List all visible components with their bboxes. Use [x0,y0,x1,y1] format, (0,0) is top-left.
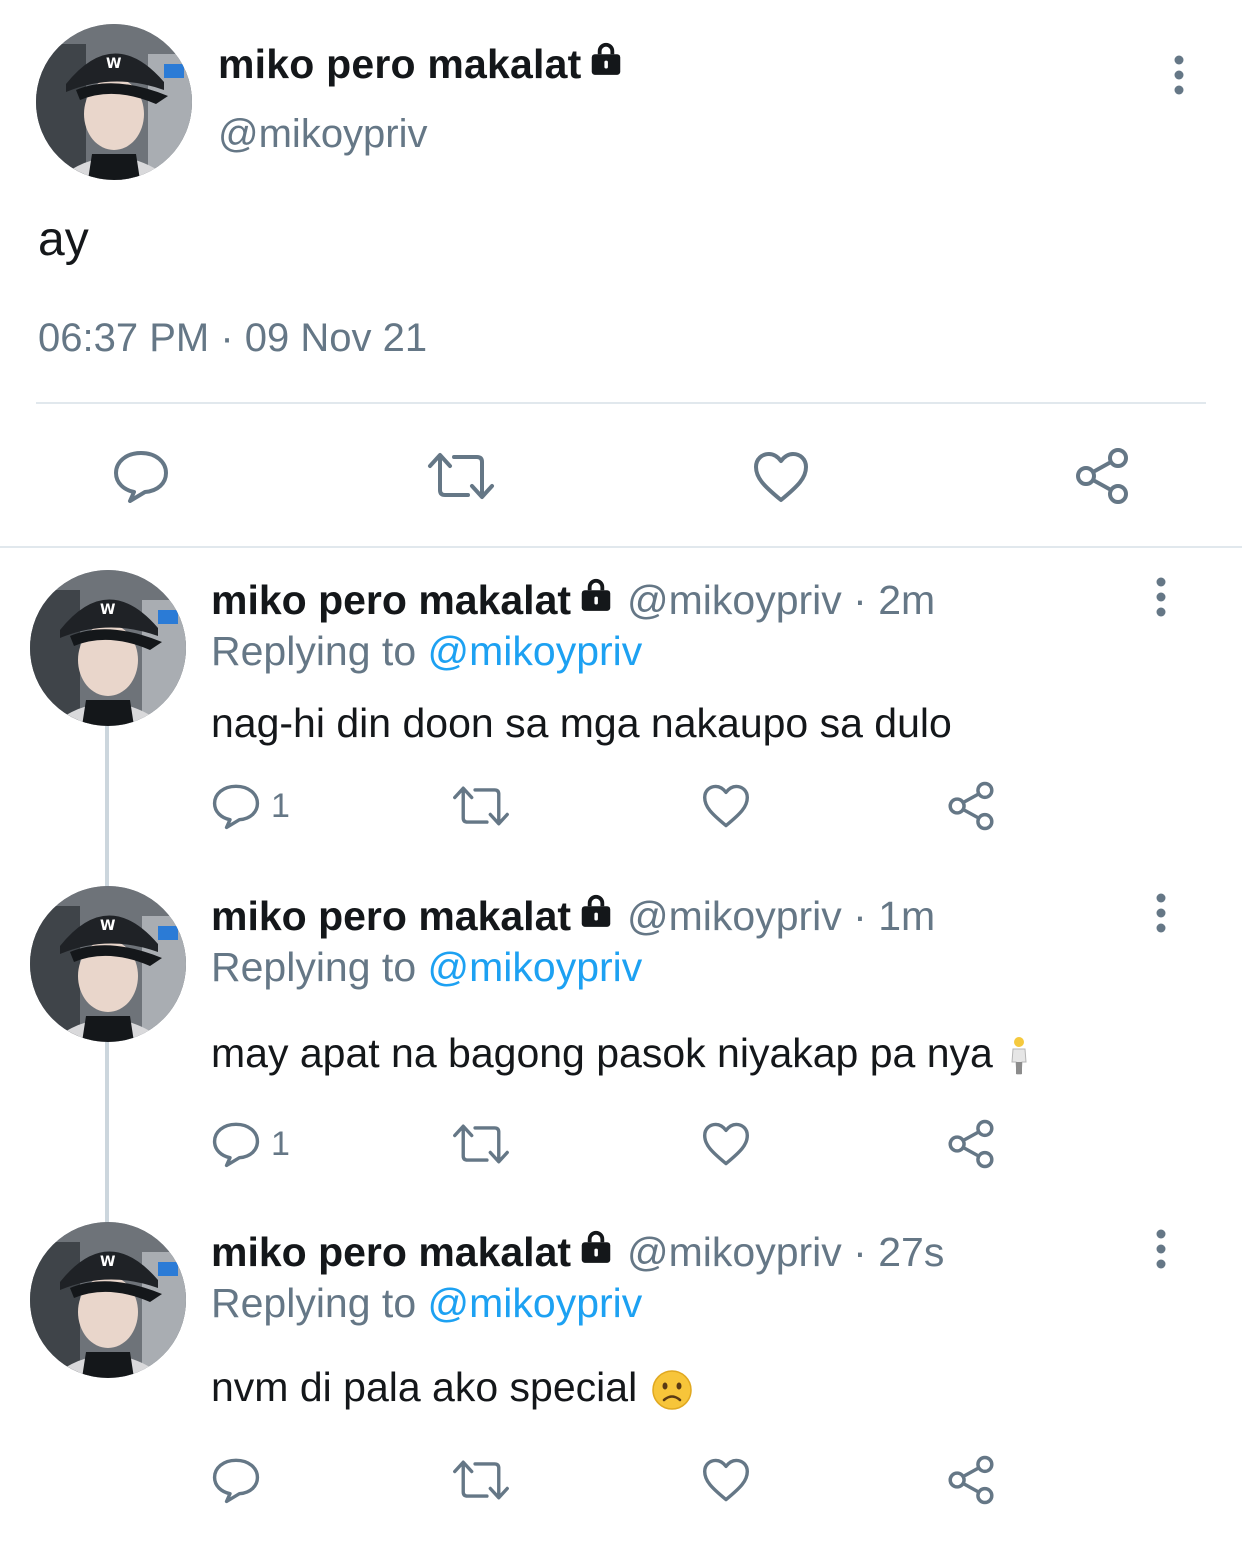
svg-text:W: W [100,918,115,934]
share-button[interactable] [945,1118,997,1170]
handle-and-time: @mikoypriv · 2m [627,577,936,623]
more-options-icon[interactable] [1146,890,1176,936]
action-bar [211,1454,1031,1514]
reply-text-row: nvm di pala ako special [211,1364,693,1411]
replying-to-label: Replying to [211,1280,417,1326]
share-icon[interactable] [1072,446,1132,506]
handle-and-time: @mikoypriv · 1m [627,893,936,939]
reply-text-row: may apat na bagong pasok niyakap pa nya [211,1030,1031,1077]
like-button[interactable] [701,1454,751,1506]
main-tweet-avatar[interactable]: W [36,24,192,180]
reply-count: 1 [271,786,290,825]
replying-to-label: Replying to [211,944,417,990]
avatar-photo: W [36,24,192,180]
more-options-icon[interactable] [1164,52,1194,98]
reply-header: miko pero makalat @mikoypriv · 27s [211,1228,944,1276]
replying-to-link[interactable]: @mikoypriv [428,628,643,674]
reply-button[interactable]: 1 [211,780,290,832]
lock-icon [587,40,625,78]
replying-to: Replying to @mikoypriv [211,944,642,991]
reply-text: may apat na bagong pasok niyakap pa nya [211,1030,993,1076]
reply-header: miko pero makalat @mikoypriv · 2m [211,576,935,624]
lock-icon [577,892,615,930]
like-icon [701,1457,751,1503]
more-options-icon[interactable] [1146,1226,1176,1272]
retweet-icon [451,1122,511,1166]
svg-text:W: W [100,1254,115,1270]
reply-header: miko pero makalat @mikoypriv · 1m [211,892,935,940]
action-bar: 1 [211,780,1031,840]
share-icon [945,780,997,832]
person-standing-emoji [1007,1036,1031,1076]
reply-button[interactable]: 1 [211,1118,290,1170]
like-icon [701,783,751,829]
share-button[interactable] [945,780,997,832]
reply-avatar[interactable]: W [30,1222,186,1378]
retweet-button[interactable] [451,780,511,832]
action-bar: 1 [211,1118,1031,1178]
retweet-icon [451,1458,511,1502]
reply-tweet[interactable]: W miko pero makalat @mikoypriv · 2m Reply… [0,570,1242,890]
reply-tweet[interactable]: W miko pero makalat @mikoypriv · 1m Reply… [0,886,1242,1206]
tweet-text: ay [38,213,89,266]
reply-text: nag-hi din doon sa mga nakaupo sa dulo [211,700,952,746]
display-name[interactable]: miko pero makalat [211,577,571,623]
replying-to: Replying to @mikoypriv [211,628,642,675]
avatar-photo: W [30,1222,186,1378]
more-options-icon[interactable] [1146,574,1176,620]
user-handle[interactable]: @mikoypriv [218,112,428,157]
tweet-timestamp[interactable]: 06:37 PM · 09 Nov 21 [38,316,427,361]
replying-to-label: Replying to [211,628,417,674]
retweet-icon [451,784,511,828]
display-name[interactable]: miko pero makalat [218,40,625,88]
reply-icon [211,1120,261,1168]
like-icon [701,1121,751,1167]
section-divider [0,546,1242,548]
display-name-text: miko pero makalat [218,41,582,87]
display-name[interactable]: miko pero makalat [211,893,571,939]
share-icon [945,1454,997,1506]
retweet-icon[interactable] [426,450,496,502]
avatar-photo: W [30,886,186,1042]
avatar-photo: W [30,570,186,726]
retweet-button[interactable] [451,1454,511,1506]
svg-text:W: W [100,602,115,618]
reply-tweet[interactable]: W miko pero makalat @mikoypriv · 27s Repl… [0,1222,1242,1542]
like-button[interactable] [701,1118,751,1170]
slightly-frowning-face-emoji [651,1369,693,1411]
reply-count: 1 [271,1124,290,1163]
display-name[interactable]: miko pero makalat [211,1229,571,1275]
reply-avatar[interactable]: W [30,886,186,1042]
lock-icon [577,576,615,614]
replying-to-link[interactable]: @mikoypriv [428,944,643,990]
svg-text:W: W [106,56,121,72]
retweet-button[interactable] [451,1118,511,1170]
share-icon [945,1118,997,1170]
replying-to: Replying to @mikoypriv [211,1280,642,1327]
reply-button[interactable] [211,1454,271,1506]
reply-text: nvm di pala ako special [211,1364,638,1410]
reply-icon[interactable] [112,448,170,504]
divider [36,402,1206,404]
share-button[interactable] [945,1454,997,1506]
replying-to-link[interactable]: @mikoypriv [428,1280,643,1326]
reply-avatar[interactable]: W [30,570,186,726]
like-button[interactable] [701,780,751,832]
reply-icon [211,1456,261,1504]
lock-icon [577,1228,615,1266]
like-icon[interactable] [752,450,810,504]
handle-and-time: @mikoypriv · 27s [627,1229,945,1275]
reply-icon [211,782,261,830]
